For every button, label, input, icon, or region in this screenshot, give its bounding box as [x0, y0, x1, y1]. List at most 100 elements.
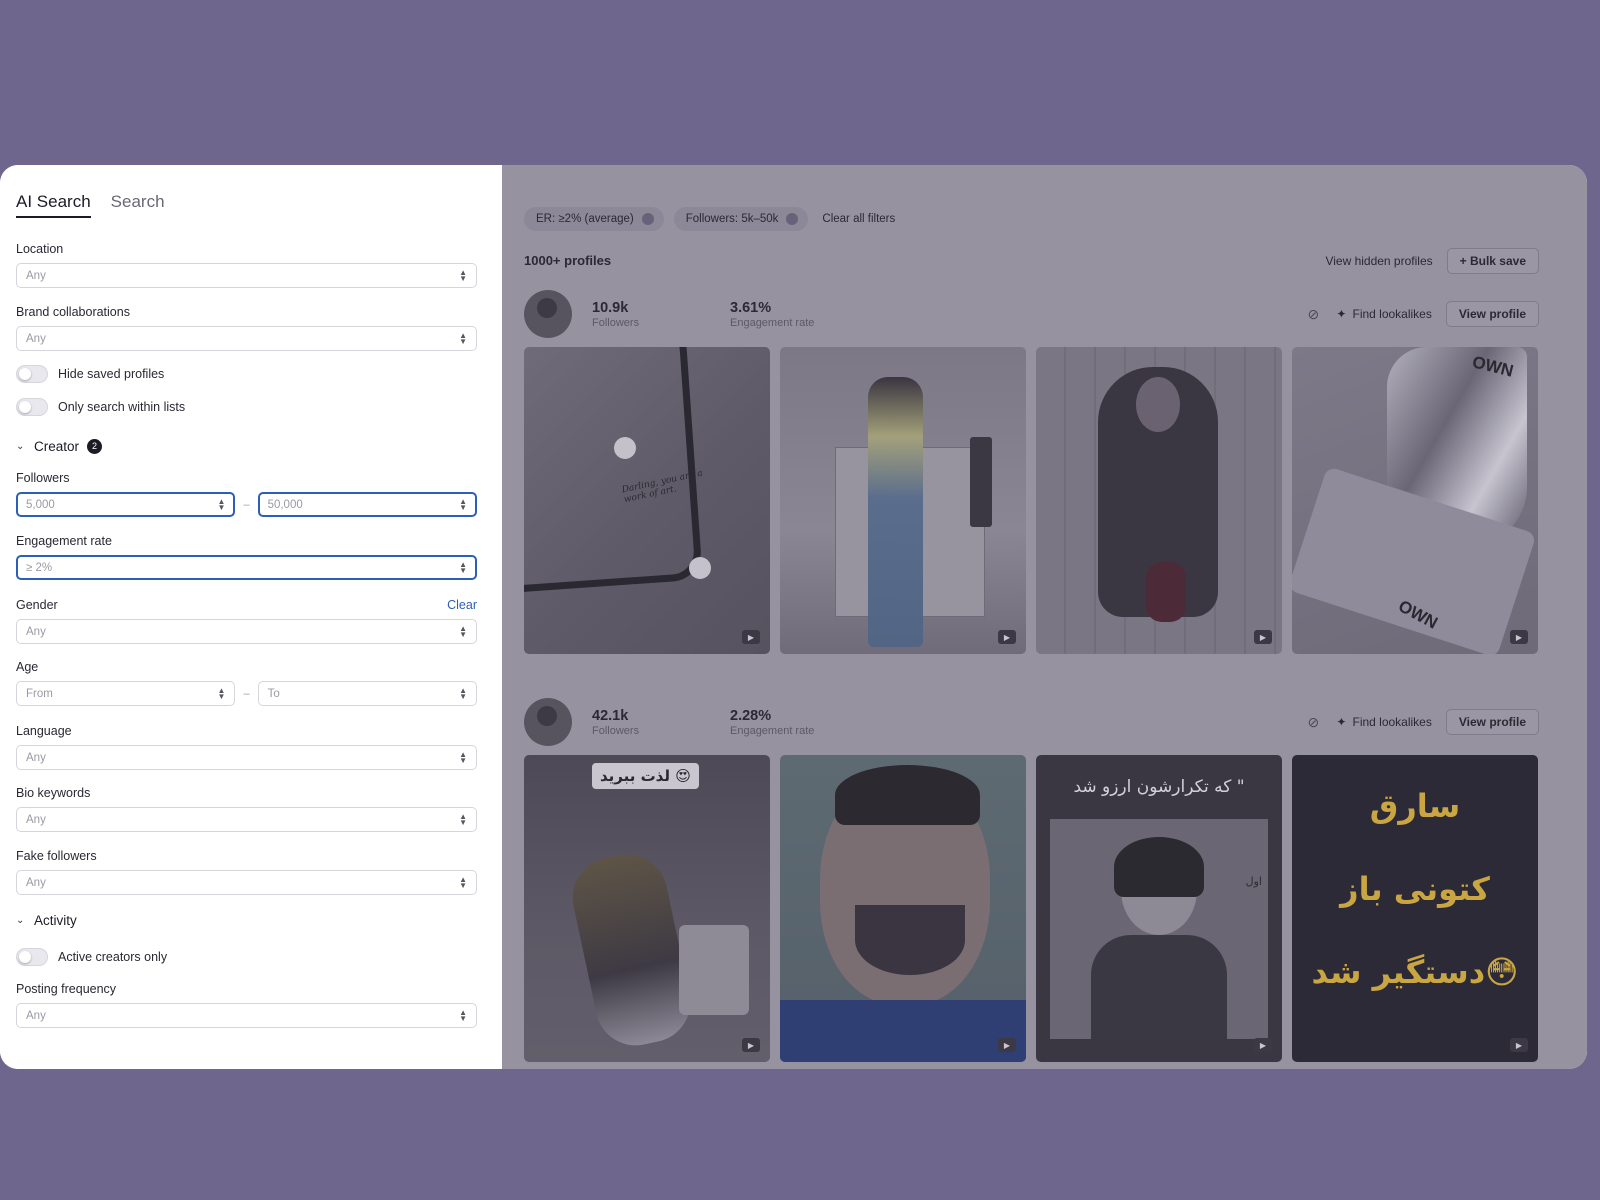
video-icon: ▶ — [1254, 1038, 1272, 1052]
brand-collaborations-filter: Brand collaborations Any ▲ ▼ — [16, 304, 477, 351]
followers-stat: 10.9k Followers — [592, 300, 710, 329]
fake-followers-select[interactable]: Any ▲ ▼ — [16, 870, 477, 895]
post-thumbnail[interactable]: " که تکرارشون ارزو شد اول ▶ — [1036, 755, 1282, 1062]
tab-ai-search[interactable]: AI Search — [16, 192, 91, 218]
fake-followers-label: Fake followers — [16, 849, 97, 863]
engagement-stat: 3.61% Engagement rate — [730, 300, 848, 329]
filter-chip-followers-label: Followers: 5k–50k — [685, 213, 779, 225]
only-lists-row: Only search within lists — [16, 397, 477, 417]
find-lookalikes-button[interactable]: Find lookalikes — [1352, 715, 1431, 729]
filter-chip-er-label: ER: ≥2% (average) — [536, 213, 634, 225]
post-thumbnail[interactable]: ▶ — [780, 347, 1026, 654]
select-arrows-icon: ▲ ▼ — [459, 1007, 467, 1023]
post-caption-text: سارق — [1369, 787, 1461, 825]
posting-frequency-label: Posting frequency — [16, 982, 117, 996]
followers-stat-label: Followers — [592, 316, 640, 329]
filter-chip-followers[interactable]: Followers: 5k–50k — [673, 207, 809, 231]
location-label: Location — [16, 242, 64, 256]
followers-label: Followers — [16, 471, 70, 485]
engagement-rate-select[interactable]: ≥ 2% ▲ ▼ — [16, 555, 477, 580]
activity-section-toggle[interactable]: ⌄ Activity — [16, 911, 477, 929]
post-thumbnails: Darling, you are a work of art. ▶ ▶ ▶ OW… — [524, 347, 1539, 654]
age-label: Age — [16, 660, 39, 674]
avatar[interactable] — [524, 290, 572, 338]
tab-search[interactable]: Search — [111, 192, 165, 218]
followers-value: 10.9k — [592, 299, 629, 316]
location-value: Any — [26, 269, 46, 282]
video-icon: ▶ — [998, 630, 1016, 644]
select-arrows-icon: ▲ ▼ — [459, 874, 467, 890]
select-arrows-icon: ▲ ▼ — [459, 559, 467, 575]
post-thumbnail[interactable]: سارق کتونی باز دستگیر شد😳 ▶ — [1292, 755, 1538, 1062]
eye-off-icon[interactable]: ⊘ — [1304, 306, 1322, 323]
brand-collaborations-select[interactable]: Any ▲ ▼ — [16, 326, 477, 351]
hide-saved-toggle[interactable] — [16, 365, 48, 383]
language-select[interactable]: Any ▲ ▼ — [16, 745, 477, 770]
stepper-arrows-icon[interactable]: ▲ ▼ — [218, 497, 226, 511]
eye-off-icon[interactable]: ⊘ — [1304, 714, 1322, 731]
profile-actions: ⊘ ✦ Find lookalikes View profile — [1304, 301, 1539, 327]
fake-followers-filter: Fake followers Any ▲ ▼ — [16, 848, 477, 895]
select-arrows-icon: ▲ ▼ — [459, 623, 467, 639]
video-icon: ▶ — [1510, 630, 1528, 644]
select-arrows-icon: ▲ ▼ — [459, 330, 467, 346]
video-icon: ▶ — [742, 630, 760, 644]
app-window: AI Search Search Location Any ▲ ▼ Brand c… — [0, 165, 1587, 1069]
gender-filter: Gender Clear Any ▲ ▼ — [16, 597, 477, 644]
posting-frequency-select[interactable]: Any ▲ ▼ — [16, 1003, 477, 1028]
post-thumbnail[interactable]: ▶ — [780, 755, 1026, 1062]
clear-all-filters-link[interactable]: Clear all filters — [822, 213, 895, 225]
results-actions: View hidden profiles + Bulk save — [1325, 248, 1539, 274]
search-tabs: AI Search Search — [16, 192, 477, 218]
avatar[interactable] — [524, 698, 572, 746]
gender-label: Gender — [16, 598, 58, 612]
post-thumbnail[interactable]: ▶ — [1036, 347, 1282, 654]
engagement-rate-filter: Engagement rate ≥ 2% ▲ ▼ — [16, 533, 477, 580]
select-arrows-icon: ▲ ▼ — [459, 749, 467, 765]
only-lists-toggle[interactable] — [16, 398, 48, 416]
filter-chip-er[interactable]: ER: ≥2% (average) — [524, 207, 664, 231]
profile-card: 10.9k Followers 3.61% Engagement rate ⊘ … — [524, 290, 1539, 654]
select-arrows-icon: ▲ ▼ — [217, 685, 226, 701]
post-thumbnail[interactable]: OWN OWN ▶ — [1292, 347, 1538, 654]
location-filter: Location Any ▲ ▼ — [16, 241, 477, 288]
followers-stat-label: Followers — [592, 724, 640, 737]
gender-select[interactable]: Any ▲ ▼ — [16, 619, 477, 644]
followers-min-input[interactable]: 5,000 ▲ ▼ — [16, 492, 236, 517]
remove-chip-icon[interactable] — [786, 213, 799, 225]
video-icon: ▶ — [1510, 1038, 1528, 1052]
stepper-arrows-icon[interactable]: ▲ ▼ — [459, 497, 467, 511]
followers-min-value: 5,000 — [26, 498, 55, 511]
posting-frequency-filter: Posting frequency Any ▲ ▼ — [16, 981, 477, 1028]
fake-followers-value: Any — [26, 876, 46, 889]
filter-sidebar: AI Search Search Location Any ▲ ▼ Brand c… — [0, 165, 502, 1069]
followers-max-input[interactable]: 50,000 ▲ ▼ — [257, 492, 477, 517]
bio-keywords-filter: Bio keywords Any ▲ ▼ — [16, 785, 477, 832]
view-profile-button[interactable]: View profile — [1445, 301, 1539, 327]
age-to-select[interactable]: To ▲ ▼ — [257, 681, 477, 706]
engagement-stat-label: Engagement rate — [730, 316, 815, 329]
post-thumbnail[interactable]: لذت ببرید 😍 ▶ — [524, 755, 770, 1062]
select-arrows-icon: ▲ ▼ — [459, 811, 467, 827]
post-thumbnail[interactable]: Darling, you are a work of art. ▶ — [524, 347, 770, 654]
bio-keywords-select[interactable]: Any ▲ ▼ — [16, 807, 477, 832]
select-arrows-icon: ▲ ▼ — [459, 685, 467, 701]
age-filter: Age From ▲ ▼ – To ▲ ▼ — [16, 659, 477, 706]
active-only-label: Active creators only — [58, 950, 168, 964]
view-profile-button[interactable]: View profile — [1445, 709, 1539, 735]
engagement-stat-label: Engagement rate — [730, 724, 815, 737]
age-from-select[interactable]: From ▲ ▼ — [16, 681, 236, 706]
view-hidden-profiles-link[interactable]: View hidden profiles — [1325, 254, 1432, 268]
active-only-toggle[interactable] — [16, 948, 48, 966]
creator-section-title: Creator — [34, 438, 80, 454]
gender-clear-link[interactable]: Clear — [447, 598, 477, 612]
activity-section-title: Activity — [34, 912, 77, 928]
video-icon: ▶ — [998, 1038, 1016, 1052]
age-from-value: From — [26, 687, 53, 700]
find-lookalikes-button[interactable]: Find lookalikes — [1352, 307, 1431, 321]
bulk-save-button[interactable]: + Bulk save — [1446, 248, 1539, 274]
location-select[interactable]: Any ▲ ▼ — [16, 263, 477, 288]
engagement-value: 2.28% — [730, 707, 772, 724]
creator-section-toggle[interactable]: ⌄ Creator 2 — [16, 437, 477, 455]
remove-chip-icon[interactable] — [641, 213, 654, 225]
